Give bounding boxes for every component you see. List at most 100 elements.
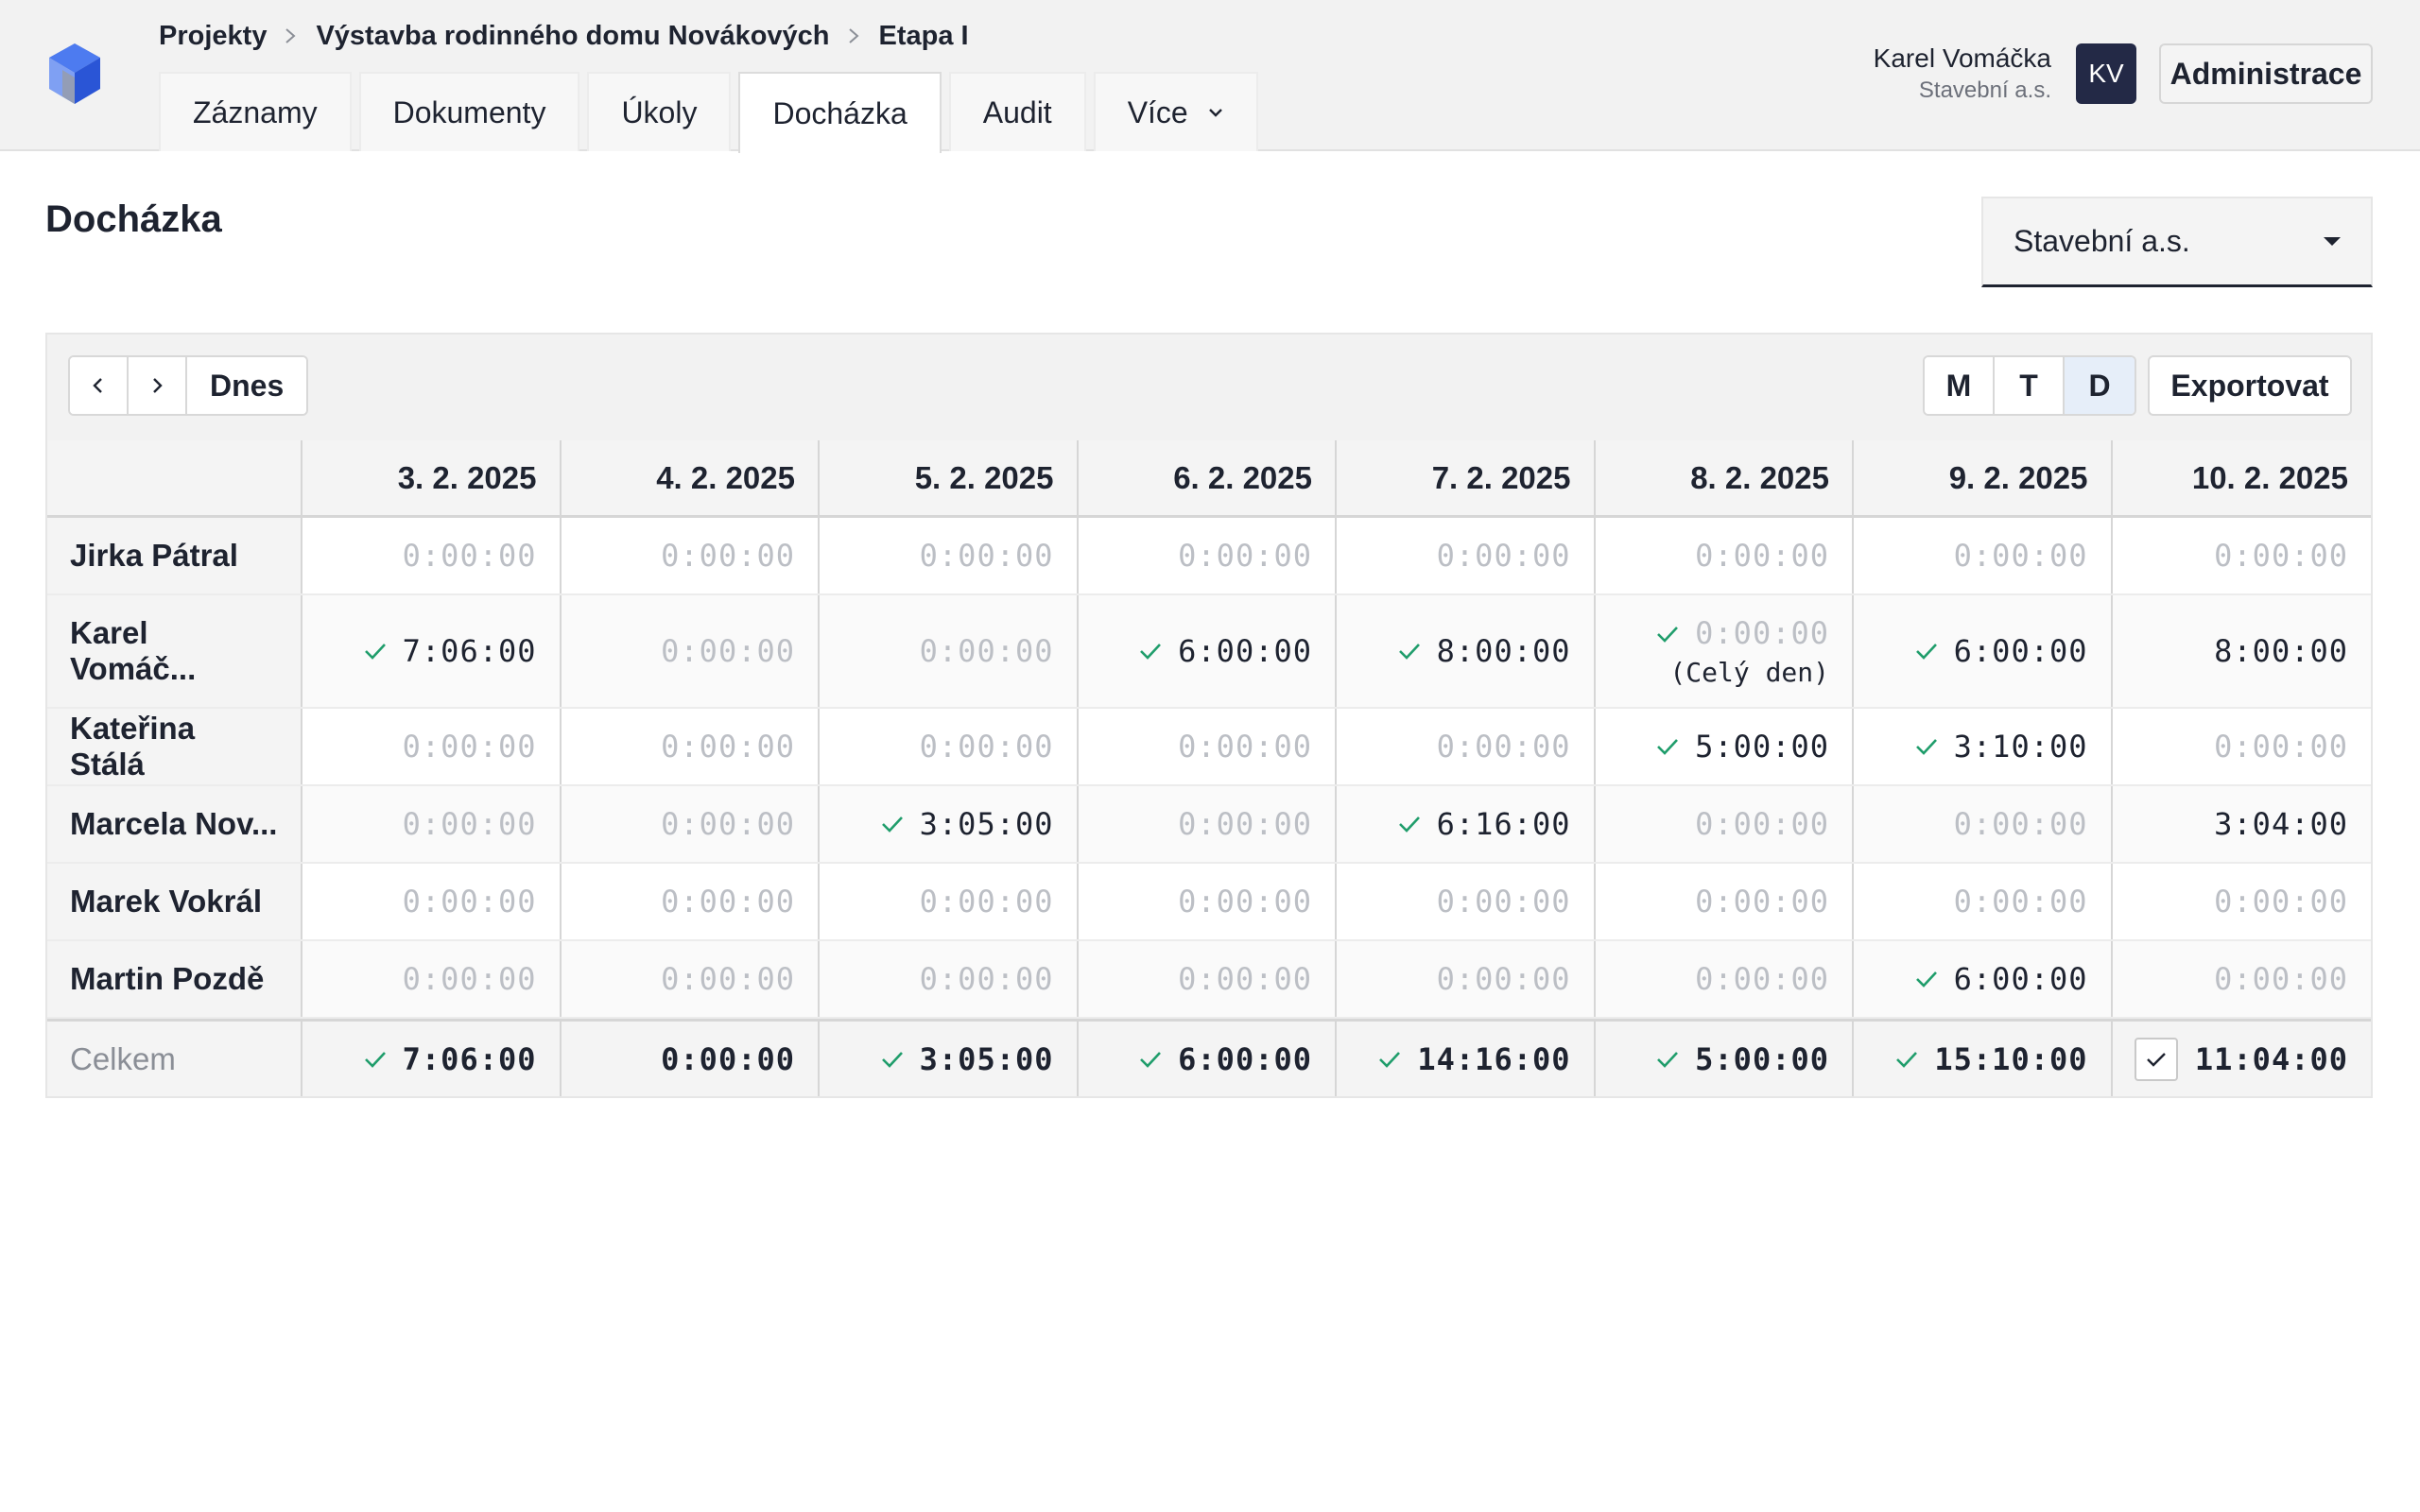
attendance-cell[interactable]: 0:00:00 [820,518,1079,593]
attendance-cell[interactable]: 0:00:00 [1595,786,1854,862]
next-button[interactable] [129,357,187,414]
attendance-cell[interactable]: 3:10:00 [1854,709,2113,784]
tab-dochazka[interactable]: Docházka [738,72,942,153]
attendance-cell[interactable]: 3:04:00 [2112,786,2371,862]
attendance-cell[interactable]: 0:00:00 [1854,864,2113,939]
attendance-cell[interactable]: 0:00:00 [820,595,1079,707]
totals-row: Celkem 7:06:00 0:00:00 3:05:00 6:00:00 14:16:… [47,1019,2371,1096]
total-cell[interactable]: 6:00:00 [1078,1022,1337,1096]
tab-ukoly[interactable]: Úkoly [587,72,732,151]
attendance-cell[interactable]: 0:00:00 [1078,864,1337,939]
time-value: 0:00:00 [402,729,537,765]
top-bar: Projekty Výstavba rodinného domu Novákov… [0,0,2420,153]
total-cell[interactable]: 14:16:00 [1337,1022,1596,1096]
attendance-cell[interactable]: 0:00:00 [1595,864,1854,939]
attendance-cell[interactable]: 0:00:00 [561,709,820,784]
breadcrumb-separator-icon [847,26,860,45]
app-logo-icon[interactable] [45,42,104,106]
time-value: 0:00:00 [1178,884,1312,919]
breadcrumb-stage[interactable]: Etapa I [879,21,969,52]
attendance-cell[interactable]: 8:00:00 [2112,595,2371,707]
prev-button[interactable] [70,357,129,414]
attendance-cell[interactable]: 0:00:00 [820,709,1079,784]
total-cell[interactable]: 11:04:00 [2112,1022,2371,1096]
time-value: 0:00:00 [1178,538,1312,574]
attendance-cell[interactable]: 0:00:00 [1078,941,1337,1017]
time-value: 14:16:00 [1417,1040,1571,1077]
attendance-cell[interactable]: 0:00:00 [561,941,820,1017]
attendance-cell[interactable]: 0:00:00 [302,786,562,862]
time-value: 0:00:00 [1953,806,2088,842]
attendance-cell[interactable]: 0:00:00 [561,786,820,862]
date-header: 8. 2. 2025 [1595,440,1854,515]
tab-audit[interactable]: Audit [948,72,1086,151]
attendance-cell[interactable]: 0:00:00 [820,864,1079,939]
attendance-cell[interactable]: 0:00:00 [1337,864,1596,939]
attendance-cell[interactable]: 0:00:00 [561,518,820,593]
approve-checkbox[interactable] [2134,1037,2178,1081]
tab-vice[interactable]: Více [1093,72,1258,151]
attendance-cell[interactable]: 0:00:00 [2112,941,2371,1017]
attendance-cell[interactable]: 7:06:00 [302,595,562,707]
attendance-cell[interactable]: 0:00:00 [1337,518,1596,593]
total-cell[interactable]: 3:05:00 [820,1022,1079,1096]
attendance-cell[interactable]: 0:00:00 [1078,786,1337,862]
time-value: 0:00:00 [1436,884,1571,919]
attendance-cell[interactable]: 0:00:00 [2112,864,2371,939]
attendance-cell[interactable]: 6:00:00 [1854,595,2113,707]
view-month-button[interactable]: M [1925,357,1995,414]
attendance-cell[interactable]: 6:16:00 [1337,786,1596,862]
total-cell[interactable]: 15:10:00 [1854,1022,2113,1096]
time-value: 6:16:00 [1436,806,1571,842]
avatar[interactable]: KV [2076,43,2136,104]
administrace-button[interactable]: Administrace [2159,43,2373,104]
chevron-left-icon [93,378,102,393]
attendance-cell[interactable]: 0:00:00 [561,864,820,939]
time-value: 0:00:00 [1953,538,2088,574]
attendance-cell[interactable]: 0:00:00 [302,518,562,593]
attendance-cell[interactable]: 0:00:00 [1078,518,1337,593]
check-icon [1138,1050,1163,1069]
grid-header-row: 3. 2. 2025 4. 2. 2025 5. 2. 2025 6. 2. 2025… [47,440,2371,518]
today-button[interactable]: Dnes [187,357,307,414]
attendance-cell[interactable]: 0:00:00 [1854,786,2113,862]
attendance-cell[interactable]: 0:00:00 [1078,709,1337,784]
time-value: 3:04:00 [2214,806,2348,842]
attendance-cell[interactable]: 5:00:00 [1595,709,1854,784]
attendance-cell[interactable]: 0:00:00 [2112,709,2371,784]
tab-dokumenty[interactable]: Dokumenty [358,72,580,151]
attendance-cell[interactable]: 0:00:00 [2112,518,2371,593]
check-icon [1397,815,1422,833]
attendance-cell[interactable]: 6:00:00 [1078,595,1337,707]
breadcrumb-project[interactable]: Výstavba rodinného domu Novákových [316,21,829,52]
attendance-cell[interactable]: 0:00:00 [1854,518,2113,593]
check-icon [1397,642,1422,661]
attendance-cell[interactable]: 0:00:00 [820,941,1079,1017]
total-cell[interactable]: 0:00:00 [561,1022,820,1096]
company-select[interactable]: Stavební a.s. [1981,197,2373,287]
attendance-cell[interactable]: 0:00:00 [1595,518,1854,593]
attendance-cell[interactable]: 0:00:00 [302,941,562,1017]
attendance-cell[interactable]: 0:00:00 [302,864,562,939]
breadcrumb-projekty[interactable]: Projekty [159,21,267,52]
time-value: 6:00:00 [1178,633,1312,669]
attendance-cell[interactable]: 0:00:00 [1337,709,1596,784]
attendance-cell[interactable]: 8:00:00 [1337,595,1596,707]
view-week-button[interactable]: T [1995,357,2065,414]
attendance-cell[interactable]: 0:00:00 (Celý den) [1595,595,1854,707]
export-button[interactable]: Exportovat [2148,355,2352,416]
attendance-cell[interactable]: 0:00:00 [561,595,820,707]
total-cell[interactable]: 7:06:00 [302,1022,562,1096]
view-day-button[interactable]: D [2065,357,2135,414]
time-value: 0:00:00 [2214,729,2348,765]
attendance-cell[interactable]: 0:00:00 [1595,941,1854,1017]
tab-zaznamy[interactable]: Záznamy [159,72,352,151]
time-value: 0:00:00 [1695,806,1829,842]
attendance-cell[interactable]: 6:00:00 [1854,941,2113,1017]
total-cell[interactable]: 5:00:00 [1595,1022,1854,1096]
time-value: 0:00:00 [1953,884,2088,919]
attendance-cell[interactable]: 0:00:00 [1337,941,1596,1017]
attendance-cell[interactable]: 3:05:00 [820,786,1079,862]
attendance-cell[interactable]: 0:00:00 [302,709,562,784]
time-value: 0:00:00 [919,961,1054,997]
